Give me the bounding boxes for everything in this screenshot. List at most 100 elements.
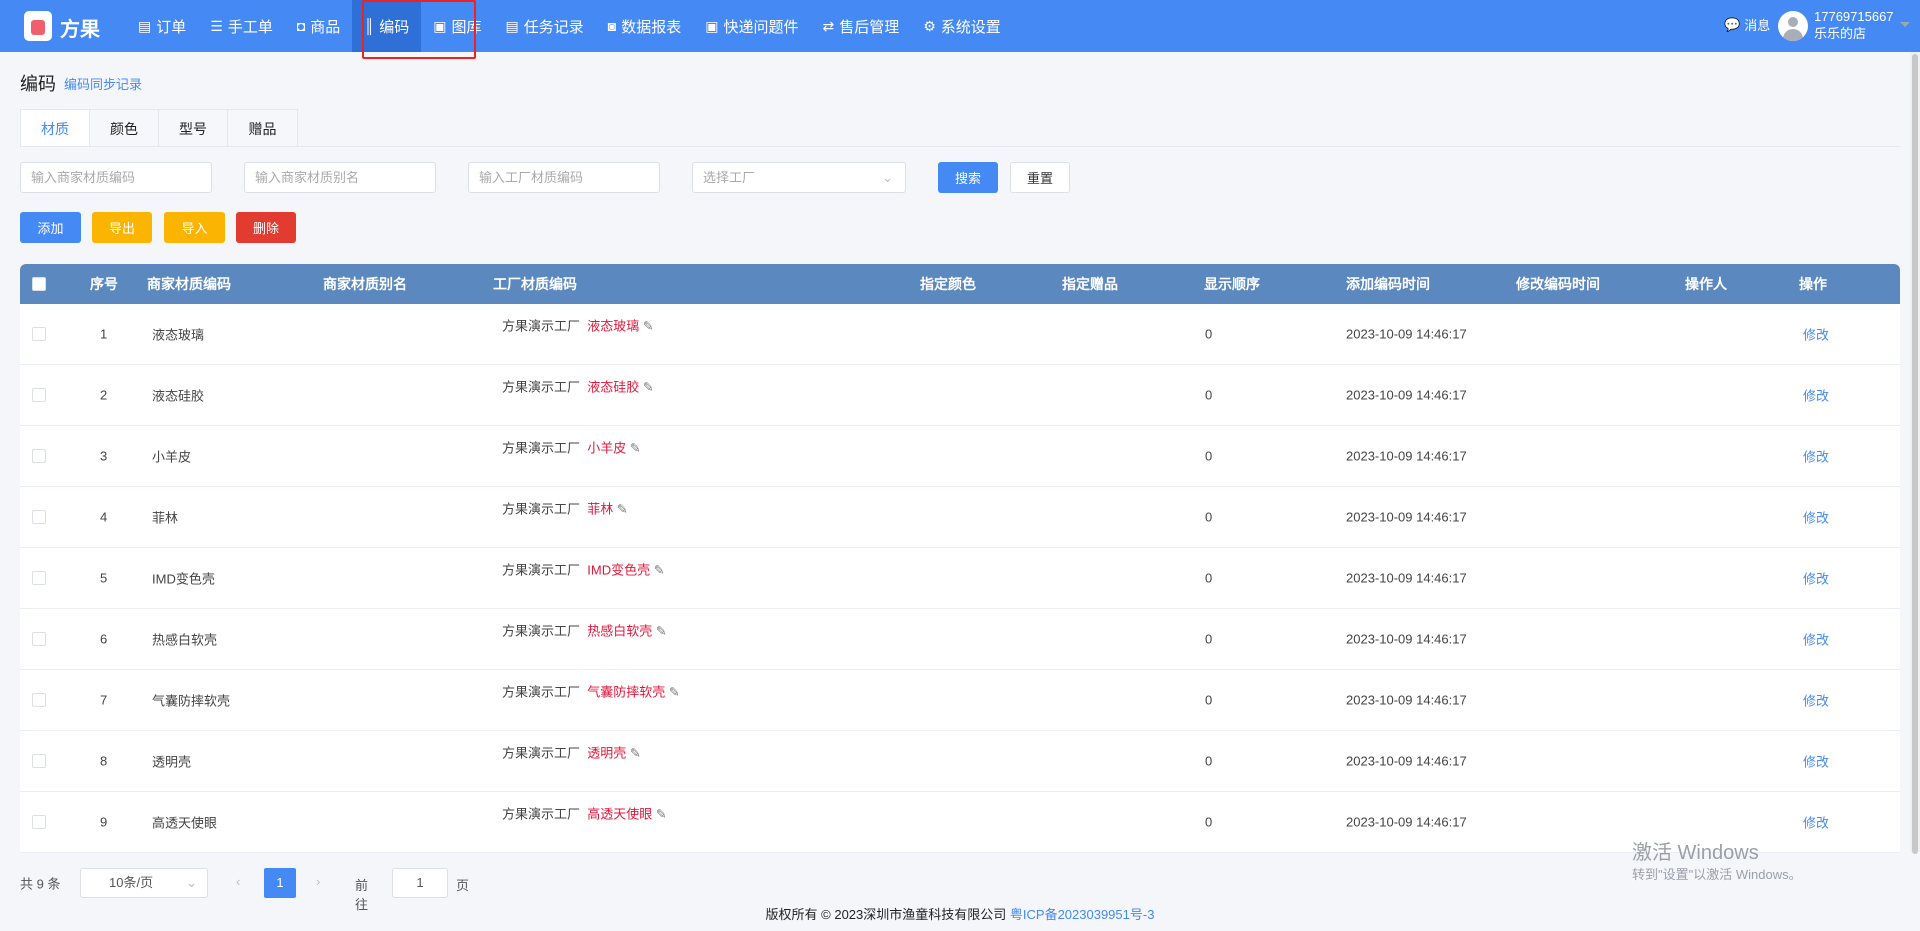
edit-link[interactable]: 修改 [1803, 447, 1829, 466]
icp-link[interactable]: 粤ICP备2023039951号-3 [1010, 907, 1155, 922]
row-checkbox[interactable] [32, 388, 46, 402]
sync-records-link[interactable]: 编码同步记录 [64, 74, 142, 93]
display-order: 0 [1205, 570, 1213, 586]
edit-link[interactable]: 修改 [1803, 325, 1829, 344]
column-header: 指定颜色 [920, 276, 976, 292]
scrollbar[interactable] [1910, 52, 1920, 854]
merchant-code: 小羊皮 [152, 449, 192, 465]
nav-item-7[interactable]: ▣ 快递问题件 [693, 0, 810, 52]
display-order: 0 [1205, 631, 1213, 647]
search-button[interactable]: 搜索 [938, 162, 998, 193]
nav-item-0[interactable]: ▤ 订单 [126, 0, 198, 52]
merchant-code: 透明壳 [152, 754, 192, 770]
factory-select[interactable]: 选择工厂 ⌄ [692, 162, 906, 193]
delete-button[interactable]: 删除 [236, 212, 296, 243]
column-header: 显示顺序 [1204, 276, 1260, 292]
caret-down-icon[interactable] [1900, 22, 1910, 32]
nav-item-8[interactable]: ⇄ 售后管理 [810, 0, 911, 52]
avatar[interactable] [1778, 11, 1808, 41]
row-checkbox[interactable] [32, 449, 46, 463]
factory-code-cell: 方果演示工厂 液态硅胶 ✎ [502, 377, 654, 396]
shop-name: 乐乐的店 [1814, 26, 1867, 41]
row-checkbox[interactable] [32, 815, 46, 829]
edit-pencil-icon[interactable]: ✎ [643, 380, 654, 395]
edit-link[interactable]: 修改 [1803, 630, 1829, 649]
prev-page-icon[interactable]: ‹ [236, 874, 240, 889]
nav-item-9[interactable]: ⚙ 系统设置 [911, 0, 1013, 52]
export-button[interactable]: 导出 [92, 212, 152, 243]
added-time: 2023-10-09 14:46:17 [1346, 570, 1467, 586]
row-checkbox[interactable] [32, 632, 46, 646]
nav-item-4[interactable]: ▣ 图库 [421, 0, 493, 52]
user-menu[interactable]: 17769715667 乐乐的店 [1814, 8, 1894, 42]
row-number: 6 [100, 631, 108, 647]
edit-link[interactable]: 修改 [1803, 569, 1829, 588]
merchant-code: 热感白软壳 [152, 632, 218, 648]
chevron-down-icon: ⌄ [882, 170, 893, 185]
row-checkbox[interactable] [32, 571, 46, 585]
select-all-checkbox[interactable] [32, 277, 46, 291]
edit-link[interactable]: 修改 [1803, 508, 1829, 527]
factory-code: 液态硅胶 [587, 379, 640, 395]
edit-link[interactable]: 修改 [1803, 752, 1829, 771]
tab-1[interactable]: 颜色 [90, 110, 159, 147]
edit-link[interactable]: 修改 [1803, 813, 1829, 832]
import-button[interactable]: 导入 [164, 212, 225, 243]
row-checkbox[interactable] [32, 327, 46, 341]
row-number: 3 [100, 448, 108, 464]
edit-pencil-icon[interactable]: ✎ [669, 685, 680, 700]
reset-button[interactable]: 重置 [1010, 162, 1070, 193]
added-time: 2023-10-09 14:46:17 [1346, 509, 1467, 525]
nav-label: 订单 [156, 18, 187, 36]
edit-pencil-icon[interactable]: ✎ [654, 563, 665, 578]
added-time: 2023-10-09 14:46:17 [1346, 448, 1467, 464]
tab-0[interactable]: 材质 [21, 110, 90, 147]
page-1-button[interactable]: 1 [264, 868, 296, 898]
factory-code: IMD变色壳 [587, 562, 651, 578]
footer: 版权所有 © 2023深圳市渔童科技有限公司 粤ICP备2023039951号-… [0, 904, 1920, 923]
merchant-alias-input[interactable]: 输入商家材质别名 [244, 162, 436, 193]
row-number: 1 [100, 326, 108, 342]
next-page-icon[interactable]: › [316, 874, 320, 889]
nav-item-5[interactable]: ▤ 任务记录 [494, 0, 596, 52]
nav-label: 手工单 [227, 18, 273, 36]
nav-item-6[interactable]: ◙ 数据报表 [596, 0, 693, 52]
divider [20, 146, 1900, 147]
factory-code-input[interactable]: 输入工厂材质编码 [468, 162, 660, 193]
row-checkbox[interactable] [32, 693, 46, 707]
page-unit-label: 页 [456, 878, 470, 893]
row-checkbox[interactable] [32, 510, 46, 524]
nav-item-3[interactable]: ║ 编码 [352, 0, 422, 52]
goto-page-input[interactable]: 1 [392, 868, 448, 898]
edit-pencil-icon[interactable]: ✎ [656, 624, 667, 639]
display-order: 0 [1205, 387, 1213, 403]
nav-item-2[interactable]: ◘ 商品 [285, 0, 352, 52]
messages-label: 消息 [1744, 18, 1771, 33]
nav-item-1[interactable]: ☰ 手工单 [198, 0, 285, 52]
tab-3[interactable]: 赠品 [228, 110, 297, 147]
brand-name: 方果 [60, 19, 100, 41]
nav-label: 数据报表 [621, 18, 682, 36]
display-order: 0 [1205, 448, 1213, 464]
row-number: 2 [100, 387, 108, 403]
table-header: 序号 商家材质编码 商家材质别名 工厂材质编码 指定颜色 指定赠品 显示顺序 添加编码时间 修改… [20, 264, 1900, 304]
tab-2[interactable]: 型号 [159, 110, 228, 147]
edit-link[interactable]: 修改 [1803, 386, 1829, 405]
edit-pencil-icon[interactable]: ✎ [617, 502, 628, 517]
edit-pencil-icon[interactable]: ✎ [630, 746, 641, 761]
edit-pencil-icon[interactable]: ✎ [630, 441, 641, 456]
page-size-select[interactable]: 10条/页 ⌄ [80, 868, 208, 898]
factory-name: 方果演示工厂 [502, 501, 581, 517]
edit-link[interactable]: 修改 [1803, 691, 1829, 710]
edit-pencil-icon[interactable]: ✎ [643, 319, 654, 334]
column-header: 指定赠品 [1062, 276, 1118, 292]
add-button[interactable]: 添加 [20, 212, 81, 243]
row-number: 8 [100, 753, 108, 769]
merchant-code-input[interactable]: 输入商家材质编码 [20, 162, 212, 193]
factory-code: 菲林 [587, 501, 614, 517]
row-checkbox[interactable] [32, 754, 46, 768]
edit-pencil-icon[interactable]: ✎ [656, 807, 667, 822]
column-header: 操作人 [1685, 276, 1727, 292]
scrollbar-thumb[interactable] [1912, 54, 1918, 854]
messages-button[interactable]: 💬 消息 [1724, 15, 1770, 34]
